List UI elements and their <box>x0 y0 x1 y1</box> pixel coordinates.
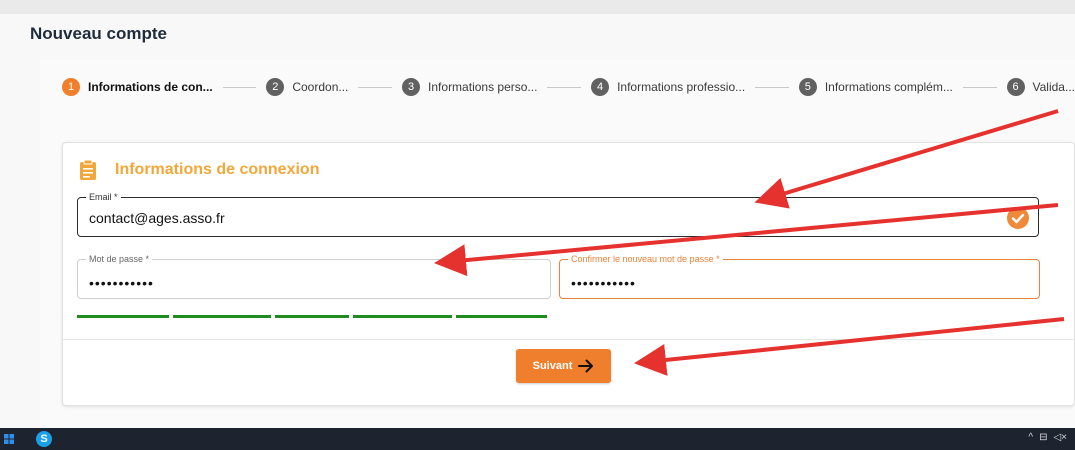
check-circle-icon <box>1007 207 1029 229</box>
step-6[interactable]: 6 Valida... <box>1006 78 1075 96</box>
tray-volume-icon[interactable]: ◁× <box>1053 432 1067 443</box>
confirm-password-value: ••••••••••• <box>571 275 636 291</box>
step-number: 1 <box>62 78 80 96</box>
next-button-label: Suivant <box>532 360 573 372</box>
next-button[interactable]: Suivant <box>516 349 611 383</box>
strength-segment <box>275 315 349 318</box>
card-header: Informations de connexion <box>79 159 319 181</box>
step-label: Informations de con... <box>88 80 213 94</box>
strength-segment <box>77 315 169 318</box>
step-number: 4 <box>591 78 610 96</box>
password-strength-meter <box>77 315 551 318</box>
stepper: 1 Informations de con... 2 Coordon... 3 … <box>62 75 1075 99</box>
confirm-password-field[interactable]: Confirmer le nouveau mot de passe * ••••… <box>559 253 1040 299</box>
page-title: Nouveau compte <box>30 24 167 43</box>
tray-battery-icon[interactable]: ⊟ <box>1039 432 1047 443</box>
password-field[interactable]: Mot de passe * ••••••••••• <box>77 253 551 299</box>
password-value: ••••••••••• <box>89 275 154 291</box>
clipboard-icon <box>80 159 96 180</box>
step-label: Informations professio... <box>617 80 746 94</box>
browser-top-strip <box>0 0 1075 14</box>
page: Nouveau compte 1 Informations de con... … <box>0 14 1075 428</box>
step-label: Informations perso... <box>428 80 538 94</box>
email-label: Email * <box>86 191 121 203</box>
step-label: Coordon... <box>292 80 349 94</box>
card-title: Informations de connexion <box>115 161 320 178</box>
step-2[interactable]: 2 Coordon... <box>266 78 348 96</box>
step-number: 6 <box>1006 78 1025 96</box>
arrow-right-icon <box>578 359 594 373</box>
windows-start-icon[interactable] <box>4 434 14 444</box>
step-connector <box>962 86 997 88</box>
login-info-card: Informations de connexion Email * contac… <box>62 142 1075 406</box>
confirm-password-label: Confirmer le nouveau mot de passe * <box>568 253 723 265</box>
step-1[interactable]: 1 Informations de con... <box>62 78 213 96</box>
step-number: 2 <box>266 78 285 96</box>
step-connector <box>222 86 257 88</box>
step-label: Informations complém... <box>824 80 953 94</box>
system-tray: ^ ⊟ ◁× <box>1028 432 1067 443</box>
strength-segment <box>456 315 547 318</box>
email-field[interactable]: Email * contact@ages.asso.fr <box>77 191 1039 237</box>
step-connector <box>755 86 789 88</box>
step-3[interactable]: 3 Informations perso... <box>402 78 537 96</box>
step-number: 3 <box>402 78 421 96</box>
step-connector <box>547 86 582 88</box>
step-5[interactable]: 5 Informations complém... <box>798 78 953 96</box>
step-4[interactable]: 4 Informations professio... <box>591 78 745 96</box>
email-value: contact@ages.asso.fr <box>89 210 225 226</box>
card-divider <box>63 339 1075 340</box>
password-label: Mot de passe * <box>86 253 153 265</box>
step-connector <box>358 86 393 88</box>
taskbar: S ^ ⊟ ◁× <box>0 428 1075 450</box>
content-area: 1 Informations de con... 2 Coordon... 3 … <box>40 60 1075 428</box>
step-label: Valida... <box>1032 80 1075 94</box>
skype-icon[interactable]: S <box>36 431 52 447</box>
step-number: 5 <box>798 78 817 96</box>
strength-segment <box>172 315 272 318</box>
strength-segment <box>352 315 453 318</box>
tray-chevron-icon[interactable]: ^ <box>1028 432 1033 443</box>
